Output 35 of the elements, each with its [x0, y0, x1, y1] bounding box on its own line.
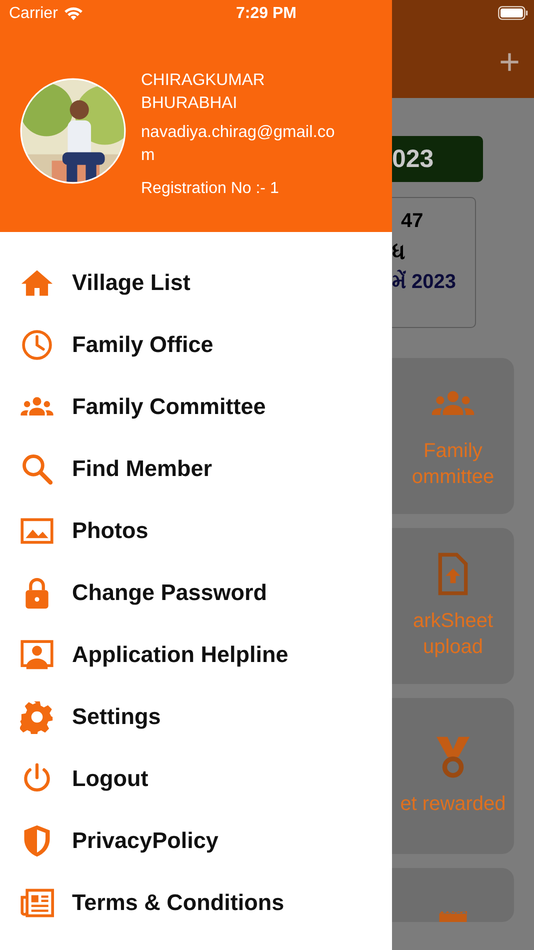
menu-item[interactable]: Find Member [0, 438, 392, 500]
battery-icon [498, 6, 528, 20]
tile-label: Family [424, 439, 482, 464]
menu-item[interactable]: Application Helpline [0, 624, 392, 686]
tile-label: upload [422, 635, 484, 660]
tile-label: ommittee [412, 465, 494, 490]
menu-item[interactable]: Photos [0, 500, 392, 562]
wifi-icon [64, 7, 83, 21]
feature-tile[interactable] [392, 868, 514, 922]
notice-text: ધ [392, 239, 406, 265]
search-icon [20, 452, 54, 486]
tile-label: et rewarded [400, 792, 506, 817]
menu-item[interactable]: Logout [0, 748, 392, 810]
user-name: CHIRAGKUMAR BHURABHAI [141, 70, 266, 114]
user-email: navadiya.chirag@gmail.com [141, 122, 336, 166]
year-banner: 023 [392, 136, 483, 182]
menu-item[interactable]: PrivacyPolicy [0, 810, 392, 872]
status-time: 7:29 PM [236, 5, 296, 23]
newspaper-icon [20, 886, 54, 920]
menu-item[interactable]: Terms & Conditions [0, 872, 392, 934]
notice-text: મેં 2023 [392, 271, 458, 294]
registration-number: Registration No :- 1 [141, 179, 280, 199]
add-button[interactable]: + [498, 44, 520, 80]
clock-icon [20, 328, 54, 362]
notice-text: 47 [400, 210, 424, 233]
menu-item[interactable]: Settings [0, 686, 392, 748]
settings-icon [20, 700, 54, 734]
tile-label: arkSheet [412, 609, 494, 634]
menu-item[interactable]: Change Password [0, 562, 392, 624]
contact-icon [20, 638, 54, 672]
menu-item[interactable]: Family Committee [0, 376, 392, 438]
ticket-icon [439, 911, 467, 922]
menu-item[interactable]: Village List [0, 252, 392, 314]
carrier-label: Carrier [9, 5, 58, 23]
menu-item[interactable]: Family Office [0, 314, 392, 376]
